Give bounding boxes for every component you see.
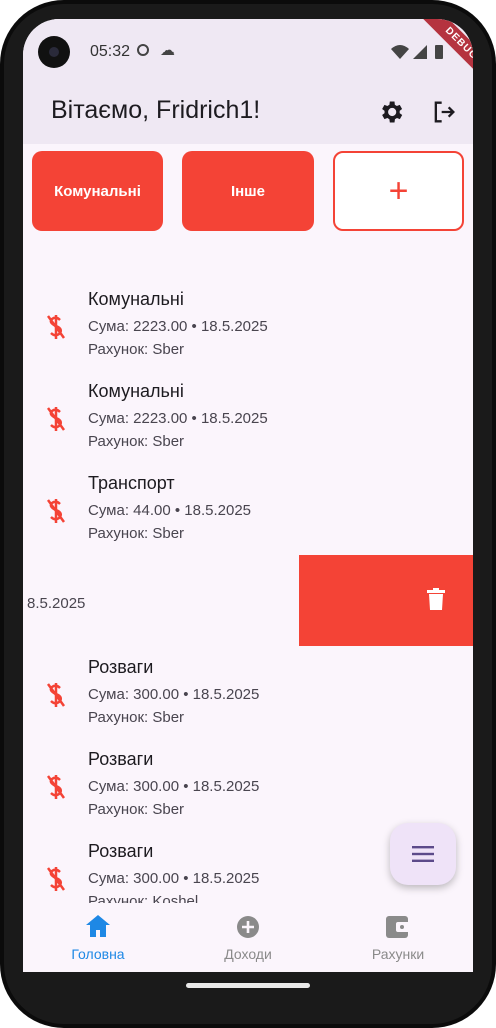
nav-accounts[interactable]: Рахунки [323, 903, 473, 972]
trash-icon [427, 588, 445, 610]
cloud-icon: ☁ [160, 42, 175, 59]
transaction-account: Рахунок: Sber [88, 433, 185, 450]
add-category-button[interactable]: + [333, 151, 464, 231]
front-camera [38, 36, 70, 68]
money-off-icon [46, 407, 66, 431]
status-time: 05:32 [90, 43, 131, 60]
delete-swipe-background[interactable] [299, 555, 473, 646]
logout-icon [434, 101, 455, 123]
system-status-icons [391, 45, 443, 59]
menu-icon [412, 846, 434, 862]
gear-icon [382, 101, 403, 123]
category-chip-other[interactable]: Інше [182, 151, 314, 231]
transaction-summary: Сума: 2223.00 • 18.5.2025 [88, 410, 268, 427]
transaction-account: Рахунок: Sber [88, 709, 185, 726]
transaction-account: Рахунок: Sber [88, 801, 185, 818]
category-label: Комунальні [54, 182, 141, 200]
logout-button[interactable] [430, 98, 458, 126]
transaction-item[interactable]: Транспорт Сума: 44.00 • 18.5.2025 Рахуно… [23, 463, 473, 555]
transaction-summary: Сума: 2223.00 • 18.5.2025 [88, 318, 268, 335]
transaction-item[interactable]: Комунальні Сума: 2223.00 • 18.5.2025 Рах… [23, 371, 473, 463]
transaction-title: Комунальні [88, 381, 184, 401]
transaction-account: Рахунок: Sber [88, 525, 185, 542]
swiped-transaction-date[interactable]: 8.5.2025 [27, 595, 85, 612]
add-circle-icon [237, 916, 259, 938]
transaction-summary: Сума: 300.00 • 18.5.2025 [88, 870, 260, 887]
notification-icon [137, 44, 149, 56]
plus-icon: + [388, 172, 409, 210]
transaction-summary: Сума: 300.00 • 18.5.2025 [88, 686, 260, 703]
settings-button[interactable] [377, 98, 405, 126]
money-off-icon [46, 867, 66, 891]
money-off-icon [46, 775, 66, 799]
home-indicator[interactable] [186, 983, 310, 988]
page-title: Вітаємо, Fridrich1! [51, 96, 261, 124]
category-chip-communal[interactable]: Комунальні [32, 151, 163, 231]
app-screen: 05:32 ☁ DEBUG Вітаємо, Fridrich1! Комуна… [23, 19, 473, 972]
money-off-icon [46, 683, 66, 707]
transaction-item[interactable]: Розваги Сума: 300.00 • 18.5.2025 Рахунок… [23, 739, 473, 831]
nav-label-accounts: Рахунки [371, 946, 425, 962]
transaction-title: Розваги [88, 749, 154, 769]
nav-label-income: Доходи [224, 946, 272, 962]
transaction-summary: Сума: 44.00 • 18.5.2025 [88, 502, 252, 519]
transaction-title: Комунальні [88, 289, 184, 309]
transaction-item[interactable]: Комунальні Сума: 2223.00 • 18.5.2025 Рах… [23, 279, 473, 371]
transaction-title: Розваги [88, 841, 154, 861]
bottom-navigation: Головна Доходи Рахунки [23, 903, 473, 972]
transaction-title: Розваги [88, 657, 154, 677]
menu-fab[interactable] [390, 823, 456, 885]
nav-home[interactable]: Головна [23, 903, 173, 972]
transaction-summary: Сума: 300.00 • 18.5.2025 [88, 778, 260, 795]
transaction-account: Рахунок: Sber [88, 341, 185, 358]
home-icon [86, 915, 110, 937]
money-off-icon [46, 499, 66, 523]
wallet-icon [386, 916, 410, 938]
app-header: 05:32 ☁ DEBUG Вітаємо, Fridrich1! [23, 19, 473, 144]
money-off-icon [46, 315, 66, 339]
transaction-title: Транспорт [88, 473, 175, 493]
transaction-item[interactable]: Розваги Сума: 300.00 • 18.5.2025 Рахунок… [23, 647, 473, 739]
category-label: Інше [230, 182, 266, 200]
nav-label-home: Головна [71, 946, 125, 962]
nav-income[interactable]: Доходи [173, 903, 323, 972]
